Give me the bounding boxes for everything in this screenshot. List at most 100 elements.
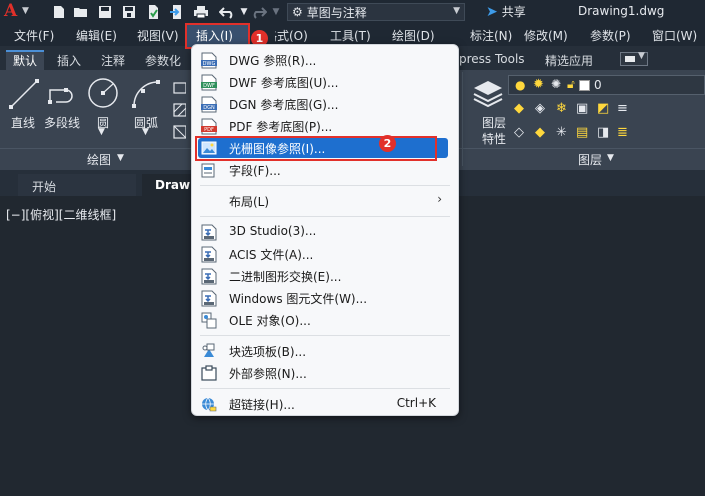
sun-icon: ✹ <box>533 77 544 92</box>
menu-item-field[interactable]: 字段(F)... <box>192 159 458 181</box>
menu-item-label: DWG 参照(R)... <box>229 54 317 68</box>
draw-panel-expand-icon[interactable]: ▼ <box>117 153 124 163</box>
layer-freeze-icon[interactable]: ❄ <box>556 101 567 116</box>
block-palette-icon <box>202 343 215 357</box>
menu-item-pdf-underlay[interactable]: PDF PDF 参考底图(P)... <box>192 115 458 137</box>
layer-properties-label-2[interactable]: 特性 <box>482 130 506 147</box>
layer-isolate-icon[interactable]: ◆ <box>514 101 524 116</box>
layer-walk-icon[interactable]: ◩ <box>597 101 609 116</box>
menu-item-binary-drawing-exchange[interactable]: 二进制图形交换(E)... <box>192 265 458 287</box>
file-tab-start[interactable]: 开始 <box>32 178 56 195</box>
menu-parametric[interactable]: 参数(P) <box>590 27 631 44</box>
panel-divider <box>462 72 463 166</box>
layer-match-icon[interactable]: ≡ <box>617 101 628 116</box>
polyline-tool-label[interactable]: 多段线 <box>44 114 80 131</box>
circle-dropdown-arrow-icon[interactable]: ▼ <box>98 127 105 137</box>
menu-item-layout[interactable]: 布局(L) › <box>192 190 458 212</box>
dgn-icon: DGN <box>201 96 217 113</box>
share-button[interactable]: ➤ 共享 <box>486 3 526 20</box>
file-tab-drawing[interactable]: Drawi <box>155 178 194 192</box>
save-as-icon[interactable] <box>120 3 138 21</box>
print-icon[interactable] <box>192 3 210 21</box>
export-icon[interactable] <box>168 3 186 21</box>
layer-unisolate-icon[interactable]: ◇ <box>514 125 524 140</box>
ribbon-tab-annotate[interactable]: 注释 <box>101 52 125 69</box>
draw-panel-title[interactable]: 绘图 <box>87 151 111 168</box>
ribbon-display-toggle[interactable]: ▼ <box>620 51 648 66</box>
app-logo[interactable]: A <box>4 1 17 21</box>
layer-properties-label[interactable]: 图层 <box>482 114 506 131</box>
menu-view[interactable]: 视图(V) <box>137 27 179 44</box>
arc-dropdown-arrow-icon[interactable]: ▼ <box>142 127 149 137</box>
menu-item-dwf-underlay[interactable]: DWF DWF 参考底图(U)... <box>192 71 458 93</box>
menu-item-external-references[interactable]: 外部参照(N)... <box>192 362 458 384</box>
layer-on-icon[interactable]: ◆ <box>535 125 545 140</box>
acis-icon <box>201 246 217 263</box>
menu-item-3d-studio[interactable]: 3D Studio(3)... <box>192 221 458 243</box>
menu-item-windows-metafile[interactable]: Windows 图元文件(W)... <box>192 287 458 309</box>
new-icon[interactable] <box>50 3 68 21</box>
title-bar: A ▼ ▼ ▼ ⚙ 草图与注释 ▼ ➤ 共享 Drawing1.dwg <box>0 0 705 24</box>
dwg-icon: DWG <box>201 52 217 69</box>
menu-dimension[interactable]: 标注(N) <box>470 27 512 44</box>
redo-icon[interactable] <box>250 3 268 21</box>
boundary-tool-icon[interactable] <box>172 124 187 143</box>
undo-icon[interactable] <box>218 3 236 21</box>
menu-separator <box>200 216 450 217</box>
document-title: Drawing1.dwg <box>578 4 665 18</box>
import-icon[interactable] <box>144 3 162 21</box>
menu-separator <box>200 388 450 389</box>
layer-copy-icon[interactable]: ≣ <box>617 125 628 140</box>
menu-item-block-palette[interactable]: 块选项板(B)... <box>192 340 458 362</box>
menu-edit[interactable]: 编辑(E) <box>76 27 117 44</box>
layer-previous-icon[interactable]: ◨ <box>597 125 609 140</box>
menu-item-hyperlink[interactable]: 超链接(H)... Ctrl+K <box>192 393 458 415</box>
ribbon-tab-default[interactable]: 默认 <box>13 52 37 69</box>
arc-icon[interactable] <box>130 76 164 113</box>
line-icon[interactable] <box>8 78 40 113</box>
layer-dropdown[interactable]: ● ✹ ✺ 🔓︎ 0 <box>508 75 705 95</box>
menu-window[interactable]: 窗口(W) <box>652 27 697 44</box>
layer-off-icon[interactable]: ◈ <box>535 101 545 116</box>
save-icon[interactable] <box>96 3 114 21</box>
circle-icon[interactable] <box>86 76 120 113</box>
layer-panel-expand-icon[interactable]: ▼ <box>607 153 614 163</box>
hatch-tool-icon[interactable] <box>172 102 187 121</box>
dxb-icon <box>201 268 217 285</box>
layer-properties-icon[interactable] <box>472 76 504 111</box>
ribbon-tab-parametric[interactable]: 参数化 <box>145 52 181 69</box>
menu-format[interactable]: 格式(O) <box>275 27 308 44</box>
lock-icon: 🔓︎ <box>567 77 575 91</box>
wmf-icon <box>201 290 217 307</box>
menu-item-dwg-reference[interactable]: DWG DWG 参照(R)... <box>192 49 458 71</box>
submenu-arrow-icon: › <box>437 192 442 206</box>
ribbon-tab-insert[interactable]: 插入 <box>57 52 81 69</box>
layer-thaw-icon[interactable]: ✳ <box>556 125 567 140</box>
ribbon-tab-express-tools[interactable]: press Tools <box>459 52 525 66</box>
menu-item-acis-file[interactable]: ACIS 文件(A)... <box>192 243 458 265</box>
field-icon <box>201 163 215 178</box>
menu-tools[interactable]: 工具(T) <box>330 27 371 44</box>
menu-separator <box>200 335 450 336</box>
layer-panel-title[interactable]: 图层 <box>578 151 602 168</box>
polyline-icon[interactable] <box>46 78 80 113</box>
viewport-controls[interactable]: [−][俯视][二维线框] <box>6 206 116 223</box>
menu-item-dgn-underlay[interactable]: DGN DGN 参考底图(G)... <box>192 93 458 115</box>
ribbon-tab-featured-apps[interactable]: 精选应用 <box>545 52 593 69</box>
open-icon[interactable] <box>72 3 90 21</box>
menu-item-label: 布局(L) <box>229 195 270 209</box>
line-tool-label[interactable]: 直线 <box>11 114 35 131</box>
workspace-label: 草图与注释 <box>306 5 367 20</box>
workspace-selector[interactable]: ⚙ 草图与注释 ▼ <box>287 3 465 21</box>
menu-modify[interactable]: 修改(M) <box>524 27 568 44</box>
app-menu-arrow-icon[interactable]: ▼ <box>22 6 29 16</box>
menu-item-ole-object[interactable]: OLE 对象(O)... <box>192 309 458 331</box>
layer-unlock-icon[interactable]: ▤ <box>576 125 588 140</box>
menu-item-label: 块选项板(B)... <box>229 345 307 359</box>
rectangle-tool-icon[interactable] <box>172 80 187 99</box>
menu-file[interactable]: 文件(F) <box>14 27 54 44</box>
menu-draw[interactable]: 绘图(D) <box>392 27 435 44</box>
menu-insert[interactable]: 插入(I) <box>196 27 233 44</box>
layer-lock-icon[interactable]: ▣ <box>576 101 588 116</box>
redo-dropdown-arrow-icon[interactable]: ▼ <box>267 3 285 21</box>
